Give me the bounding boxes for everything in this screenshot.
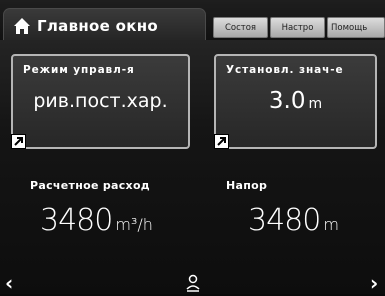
- control-mode-card[interactable]: Режим управл-я рив.пост.хар.: [11, 54, 190, 149]
- head-value: 3480: [248, 203, 321, 238]
- setpoint-title: Установл. знач-е: [226, 64, 344, 76]
- tab-main-window-label: Главное окно: [37, 16, 158, 35]
- tab-main-window[interactable]: Главное окно: [3, 8, 206, 42]
- setpoint-card[interactable]: Установл. знач-е 3.0 m: [214, 54, 377, 149]
- tab-settings[interactable]: Настро: [270, 17, 325, 38]
- flow-unit: m³/h: [115, 215, 153, 234]
- setpoint-value-container: 3.0 m: [216, 88, 375, 114]
- main-panel: Режим управл-я рив.пост.хар. Установл. з…: [0, 40, 385, 294]
- setpoint-unit: m: [308, 96, 323, 112]
- head-label: Напор: [226, 179, 268, 192]
- flow-label: Расчетное расход: [30, 179, 150, 192]
- tab-bar: Главное окно Состоя Настро Помощь: [0, 0, 385, 42]
- head-reading: 3480 m: [248, 203, 339, 238]
- head-unit: m: [323, 215, 339, 234]
- control-mode-value: рив.пост.хар.: [33, 90, 168, 112]
- flow-reading: 3480 m³/h: [40, 203, 153, 238]
- control-mode-title: Режим управл-я: [23, 64, 135, 76]
- flow-value: 3480: [40, 203, 113, 238]
- user-icon[interactable]: [186, 274, 200, 292]
- link-icon: [214, 134, 229, 149]
- prev-button[interactable]: ‹: [5, 273, 13, 293]
- link-icon: [11, 134, 26, 149]
- tab-help[interactable]: Помощь: [327, 17, 385, 38]
- next-button[interactable]: ›: [370, 273, 378, 293]
- tab-state[interactable]: Состоя: [213, 17, 268, 38]
- setpoint-value: 3.0: [268, 88, 306, 114]
- home-icon: [13, 17, 31, 35]
